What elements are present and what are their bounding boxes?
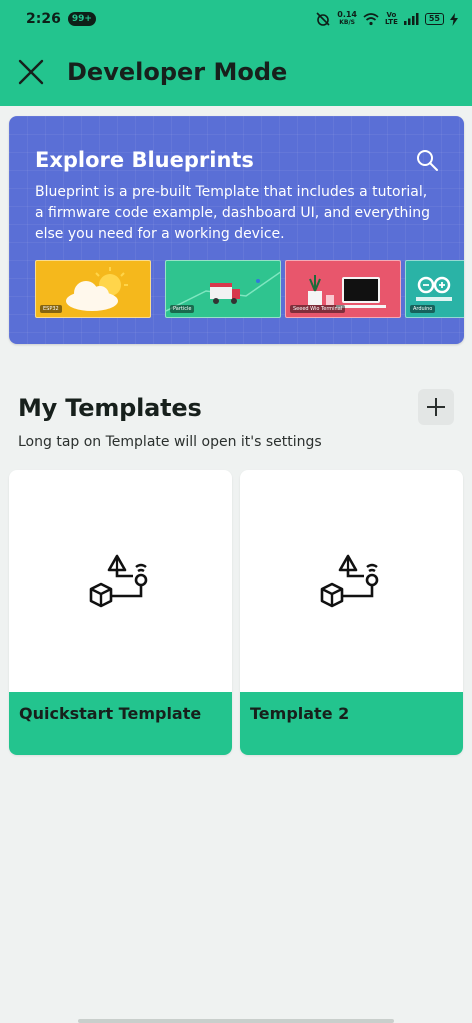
blueprints-title: Explore Blueprints	[35, 148, 254, 172]
blueprint-thumb-esp32[interactable]: ESP32	[35, 260, 151, 318]
template-card-footer: Quickstart Template	[9, 692, 232, 755]
template-device-icon	[89, 554, 148, 608]
template-name: Template 2	[250, 704, 350, 723]
status-icons: 0.14 KB/S Vo LTE 55	[315, 11, 458, 27]
thumb-tag: Seeed Wio Terminal	[290, 305, 346, 313]
notification-badge: 99+	[67, 12, 96, 26]
template-card[interactable]: Template 2	[240, 470, 463, 755]
alarm-off-icon	[316, 12, 330, 26]
volte-bottom: LTE	[385, 18, 398, 26]
blueprints-description: Blueprint is a pre-built Template that i…	[35, 184, 431, 242]
volte-indicator: Vo LTE	[385, 12, 398, 26]
thumb-tag: ESP32	[40, 305, 62, 313]
wifi-icon	[363, 12, 379, 25]
explore-blueprints-card[interactable]: Explore Blueprints Blueprint is a pre-bu…	[9, 116, 464, 344]
blueprint-thumb-arduino[interactable]: Arduino	[405, 260, 464, 318]
close-icon	[18, 59, 44, 85]
status-bar: 2:26 99+ 0.14 KB/S Vo LTE 55	[0, 0, 472, 38]
thumb-tag: Particle	[170, 305, 195, 313]
search-icon[interactable]	[415, 148, 439, 172]
template-card-footer: Template 2	[240, 692, 463, 755]
page-title: Developer Mode	[67, 58, 288, 86]
battery-indicator: 55	[424, 13, 444, 25]
template-device-icon	[320, 554, 379, 608]
blueprint-thumb-particle[interactable]: Particle	[165, 260, 281, 318]
my-templates-title: My Templates	[18, 394, 202, 422]
plus-icon	[427, 398, 445, 416]
thumb-tag: Arduino	[410, 305, 436, 313]
status-time: 2:26	[26, 11, 61, 27]
blueprint-thumb-seeed[interactable]: Seeed Wio Terminal	[285, 260, 401, 318]
template-card[interactable]: Quickstart Template	[9, 470, 232, 755]
app-bar: Developer Mode	[0, 38, 472, 106]
gesture-nav-handle[interactable]	[78, 1019, 394, 1023]
network-speed-unit: KB/S	[339, 19, 355, 26]
network-speed: 0.14 KB/S	[337, 11, 357, 27]
templates-hint: Long tap on Template will open it's sett…	[18, 434, 322, 450]
blueprint-carousel[interactable]: ESP32 Particle Seeed Wio Terminal Arduin…	[35, 260, 464, 318]
network-speed-value: 0.14	[337, 10, 357, 19]
close-button[interactable]	[15, 56, 47, 88]
template-name: Quickstart Template	[19, 704, 202, 723]
charging-icon	[450, 12, 458, 26]
add-template-button[interactable]	[418, 389, 454, 425]
signal-icon	[403, 13, 419, 25]
